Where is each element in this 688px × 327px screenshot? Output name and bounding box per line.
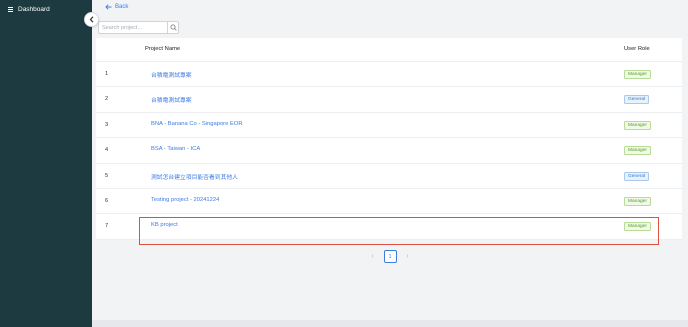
- table-row[interactable]: 6 Testing project - 20241224 Manager: [96, 189, 682, 215]
- project-name-link[interactable]: 台積電測試專案: [151, 70, 192, 79]
- role-badge: Manager: [624, 222, 651, 232]
- search-icon: [170, 24, 177, 31]
- row-number: 2: [105, 96, 109, 103]
- project-name-link[interactable]: KB project: [151, 222, 178, 228]
- project-name-link[interactable]: BNA - Banana Co - Singapore EOR: [151, 121, 243, 127]
- next-page-button[interactable]: ›: [403, 252, 413, 262]
- project-name-link[interactable]: 台積電測試專案: [151, 95, 192, 104]
- role-badge: Manager: [624, 120, 651, 130]
- sidebar: Dashboard: [0, 0, 92, 327]
- main-content: Back Project Name User Role 1 台積電測試專案 Mana…: [92, 0, 688, 327]
- prev-page-button[interactable]: ‹: [368, 252, 378, 262]
- sidebar-item-dashboard[interactable]: Dashboard: [8, 4, 50, 14]
- back-link[interactable]: Back: [105, 4, 128, 10]
- table-row[interactable]: 3 BNA - Banana Co - Singapore EOR Manager: [96, 113, 682, 139]
- search-input[interactable]: [98, 21, 167, 34]
- row-number: 6: [105, 197, 109, 204]
- table-row[interactable]: 4 BSA - Taiwan - ICA Manager: [96, 138, 682, 164]
- project-name-link[interactable]: Testing project - 20241224: [151, 197, 219, 203]
- row-number: 5: [105, 172, 109, 179]
- bottom-scrollbar[interactable]: [92, 320, 688, 327]
- row-number: 4: [105, 147, 109, 154]
- chevron-left-icon: [89, 16, 93, 23]
- hamburger-icon: [8, 6, 13, 12]
- row-number: 1: [105, 71, 109, 77]
- projects-table: Project Name User Role 1 台積電測試專案 Manager 2 台…: [96, 38, 682, 240]
- row-number: 7: [105, 223, 109, 230]
- arrow-left-icon: [105, 4, 112, 10]
- column-header-user-role: User Role: [624, 46, 650, 52]
- search-bar: [98, 21, 179, 34]
- row-number: 3: [105, 121, 109, 128]
- page-number[interactable]: 1: [383, 250, 397, 263]
- table-row[interactable]: 2 台積電測試專案 General: [96, 87, 682, 113]
- table-row[interactable]: 7 KB project Manager: [96, 214, 682, 240]
- project-name-link[interactable]: BSA - Taiwan - ICA: [151, 146, 200, 152]
- back-label: Back: [115, 4, 129, 10]
- role-badge: Manager: [624, 70, 651, 79]
- project-name-link[interactable]: 測試怎台建立項目能否看到其他人: [151, 172, 238, 181]
- table-row[interactable]: 5 測試怎台建立項目能否看到其他人 General: [96, 164, 682, 189]
- search-button[interactable]: [167, 21, 179, 34]
- sidebar-item-label: Dashboard: [18, 5, 50, 13]
- role-badge: General: [624, 95, 650, 105]
- table-body: 1 台積電測試專案 Manager 2 台積電測試專案 General 3 BNA - Ban…: [96, 62, 682, 240]
- role-badge: General: [624, 171, 650, 181]
- table-row[interactable]: 1 台積電測試專案 Manager: [96, 62, 682, 88]
- table-header: Project Name User Role: [96, 38, 682, 62]
- pagination: ‹ 1 ›: [92, 250, 688, 263]
- column-header-project-name: Project Name: [145, 46, 181, 52]
- role-badge: Manager: [624, 196, 651, 206]
- sidebar-collapse-button[interactable]: [84, 12, 99, 27]
- role-badge: Manager: [624, 146, 651, 156]
